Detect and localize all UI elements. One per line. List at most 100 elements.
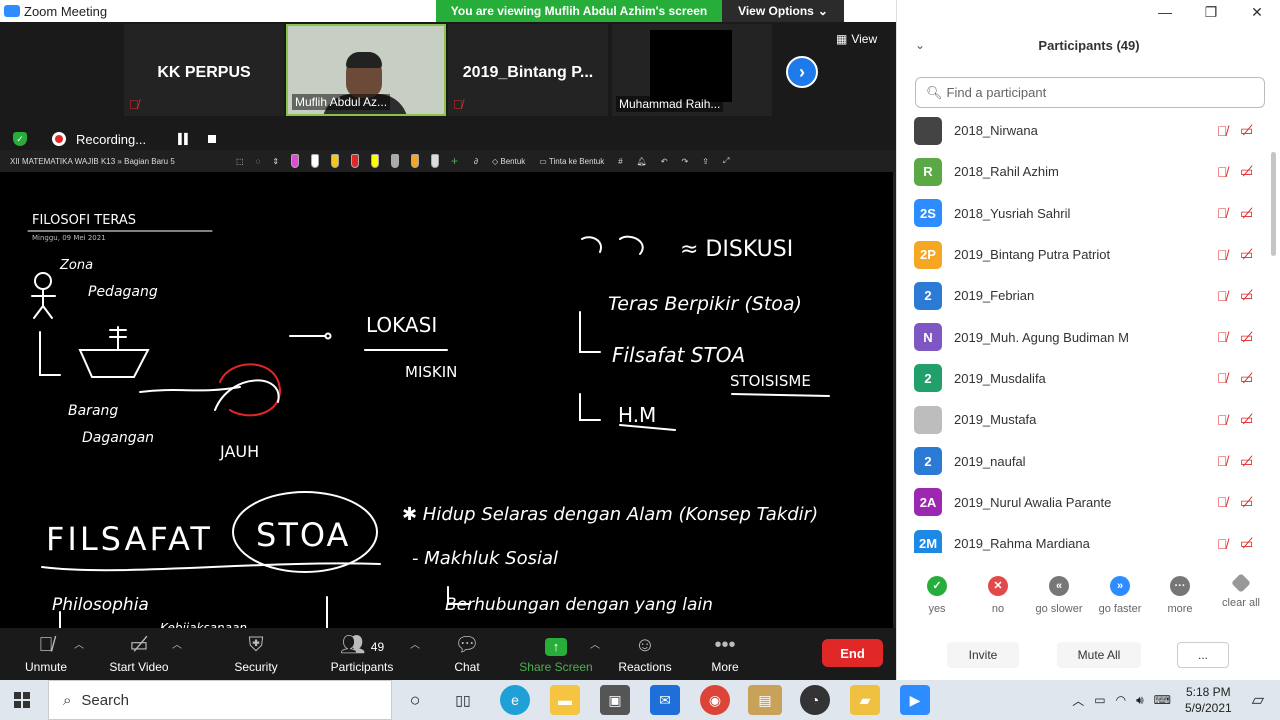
participant-row[interactable]: 2019_Mustafa 🎙̸ ▭̸ (897, 399, 1280, 440)
undo-icon[interactable]: ↶ (661, 157, 668, 166)
chat-button[interactable]: 💬︎ Chat (425, 632, 509, 674)
pen-gray-icon[interactable] (391, 154, 400, 168)
muted-mic-icon[interactable]: 🎙̸ (1217, 329, 1228, 345)
muted-mic-icon[interactable]: 🎙̸ (1217, 123, 1228, 139)
video-off-icon[interactable]: ▭̸ (1240, 453, 1253, 470)
taskbar-search-box[interactable]: ⌕ Search (48, 680, 392, 720)
feedback-no[interactable]: ✕ no (968, 576, 1028, 615)
muted-mic-icon[interactable]: 🎙̸ (1217, 205, 1228, 221)
audio-options-caret-icon[interactable]: ︿ (74, 636, 84, 651)
close-icon[interactable]: ✕ (1234, 4, 1280, 21)
ink-to-shape-button[interactable]: ▭ Tinta ke Bentuk (539, 157, 604, 166)
video-off-icon[interactable]: ▭̸ (1240, 122, 1253, 139)
reactions-button[interactable]: ☺ Reactions (603, 632, 687, 674)
participant-search-field[interactable]: 🔍︎ Find a participant (915, 77, 1265, 108)
video-tile[interactable]: KK PERPUS 🎙̸ (124, 24, 284, 116)
next-page-arrow-icon[interactable]: › (786, 56, 818, 88)
feedback-go-slower[interactable]: « go slower (1029, 576, 1089, 615)
keyboard-icon[interactable]: ⌨ (1154, 693, 1171, 707)
pause-recording-icon[interactable]: ▌▌ (178, 134, 191, 145)
muted-mic-icon[interactable]: 🎙̸ (1217, 247, 1228, 263)
start-video-button[interactable]: ▭̸ Start Video (97, 632, 181, 674)
redo-icon[interactable]: ↷ (682, 157, 689, 166)
video-tile[interactable]: Muhammad Raih... (612, 24, 772, 116)
video-off-icon[interactable]: ▭̸ (1240, 287, 1253, 304)
file-explorer-icon[interactable]: ▬ (550, 685, 580, 715)
participant-row[interactable]: 2M 2019_Rahma Mardiana 🎙̸ ▭̸ (897, 523, 1280, 553)
fullscreen-icon[interactable]: ⤢ (723, 156, 729, 166)
muted-mic-icon[interactable]: 🎙̸ (1217, 494, 1228, 510)
chrome-browser-icon[interactable]: ◉ (700, 685, 730, 715)
pen-white-icon[interactable] (311, 154, 320, 168)
wifi-icon[interactable]: ◠ (1116, 693, 1126, 707)
zoom-app-icon[interactable]: ▶ (900, 685, 930, 715)
video-tile-active-speaker[interactable]: Muflih Abdul Az... (286, 24, 446, 116)
tray-chevron-up-icon[interactable]: ︿ (1072, 692, 1084, 709)
video-off-icon[interactable]: ▭̸ (1240, 370, 1253, 387)
end-meeting-button[interactable]: End (822, 639, 883, 667)
microsoft-store-icon[interactable]: ▣ (600, 685, 630, 715)
cortana-icon[interactable]: ○ (400, 685, 430, 715)
add-pen-icon[interactable]: + (451, 154, 458, 168)
bell-icon[interactable]: 🔔︎ (637, 157, 647, 166)
notes-app-icon[interactable]: ▰ (850, 685, 880, 715)
volume-icon[interactable]: 🔊︎ (1136, 693, 1144, 708)
whiteboard-canvas[interactable]: FILOSOFI TERAS Minggu, 09 Mei 2021 Zona … (0, 172, 893, 628)
participant-row[interactable]: 2S 2018_Yusriah Sahril 🎙̸ ▭̸ (897, 193, 1280, 234)
participant-row[interactable]: 2018_Nirwana 🎙̸ ▭̸ (897, 110, 1280, 151)
system-clock[interactable]: 5:18 PM 5/9/2021 (1185, 684, 1232, 716)
minimize-icon[interactable]: — (1142, 4, 1188, 21)
invite-button[interactable]: Invite (947, 642, 1019, 668)
notification-center-icon[interactable]: ▱ (1252, 690, 1264, 710)
pen-orange-icon[interactable] (411, 154, 420, 168)
video-off-icon[interactable]: ▭̸ (1240, 163, 1253, 180)
participant-row[interactable]: 2 2019_Musdalifa 🎙̸ ▭̸ (897, 358, 1280, 399)
ink-to-math-icon[interactable]: ∂ (474, 157, 478, 166)
task-view-icon[interactable]: ▯▯ (448, 685, 478, 715)
participant-row[interactable]: 2 2019_Febrian 🎙̸ ▭̸ (897, 275, 1280, 316)
insert-space-icon[interactable]: ⇕ (272, 157, 279, 166)
view-button[interactable]: ▦ View (836, 32, 877, 46)
feedback-go-faster[interactable]: » go faster (1090, 576, 1150, 615)
video-tile[interactable]: 2019_Bintang P... 🎙̸ (448, 24, 608, 116)
view-options-button[interactable]: View Options ⌄ (722, 0, 844, 22)
muted-mic-icon[interactable]: 🎙̸ (1217, 453, 1228, 469)
participant-list-scrollbar[interactable] (1271, 152, 1276, 256)
participants-caret-icon[interactable]: ︿ (410, 636, 420, 651)
participant-row[interactable]: 2 2019_naufal 🎙̸ ▭̸ (897, 440, 1280, 481)
edge-browser-icon[interactable]: e (500, 685, 530, 715)
participant-row[interactable]: 2A 2019_Nurul Awalia Parante 🎙̸ ▭̸ (897, 482, 1280, 523)
battery-icon[interactable]: ▭ (1094, 693, 1105, 707)
pen-yellow-icon[interactable] (331, 154, 340, 168)
share-screen-button[interactable]: ↑ Share Screen (514, 632, 598, 674)
pen-light-icon[interactable] (431, 154, 440, 168)
stop-recording-icon[interactable] (208, 135, 217, 143)
highlighter-yellow-icon[interactable] (371, 154, 380, 168)
encryption-shield-icon[interactable]: ✓ (13, 132, 27, 146)
participants-button[interactable]: 👥︎ 49 Participants (320, 632, 404, 674)
feedback-clear-all[interactable]: clear all (1211, 573, 1271, 609)
pen-red-icon[interactable] (351, 154, 360, 168)
video-off-icon[interactable]: ▭̸ (1240, 246, 1253, 263)
muted-mic-icon[interactable]: 🎙̸ (1217, 288, 1228, 304)
pen-pink-icon[interactable] (291, 154, 300, 168)
muted-mic-icon[interactable]: 🎙̸ (1217, 412, 1228, 428)
windows-start-icon[interactable] (14, 692, 30, 708)
ruler-icon[interactable]: # (618, 157, 622, 166)
participant-row[interactable]: R 2018_Rahil Azhim 🎙̸ ▭̸ (897, 151, 1280, 192)
more-button[interactable]: ••• More (683, 632, 767, 674)
mute-all-button[interactable]: Mute All (1057, 642, 1141, 668)
video-off-icon[interactable]: ▭̸ (1240, 329, 1253, 346)
security-button[interactable]: ⛨ Security (214, 632, 298, 674)
lasso-icon[interactable]: ⬚ (236, 157, 244, 166)
video-off-icon[interactable]: ▭̸ (1240, 411, 1253, 428)
participant-row[interactable]: 2P 2019_Bintang Putra Patriot 🎙̸ ▭̸ (897, 234, 1280, 275)
video-off-icon[interactable]: ▭̸ (1240, 494, 1253, 511)
feedback-more[interactable]: ··· more (1150, 576, 1210, 615)
muted-mic-icon[interactable]: 🎙̸ (1217, 370, 1228, 386)
panel-more-button[interactable]: ... (1177, 642, 1229, 668)
restore-icon[interactable]: ❐ (1188, 4, 1234, 21)
shape-tool-button[interactable]: ◇ Bentuk (492, 157, 525, 166)
video-off-icon[interactable]: ▭̸ (1240, 535, 1253, 552)
muted-mic-icon[interactable]: 🎙̸ (1217, 536, 1228, 552)
